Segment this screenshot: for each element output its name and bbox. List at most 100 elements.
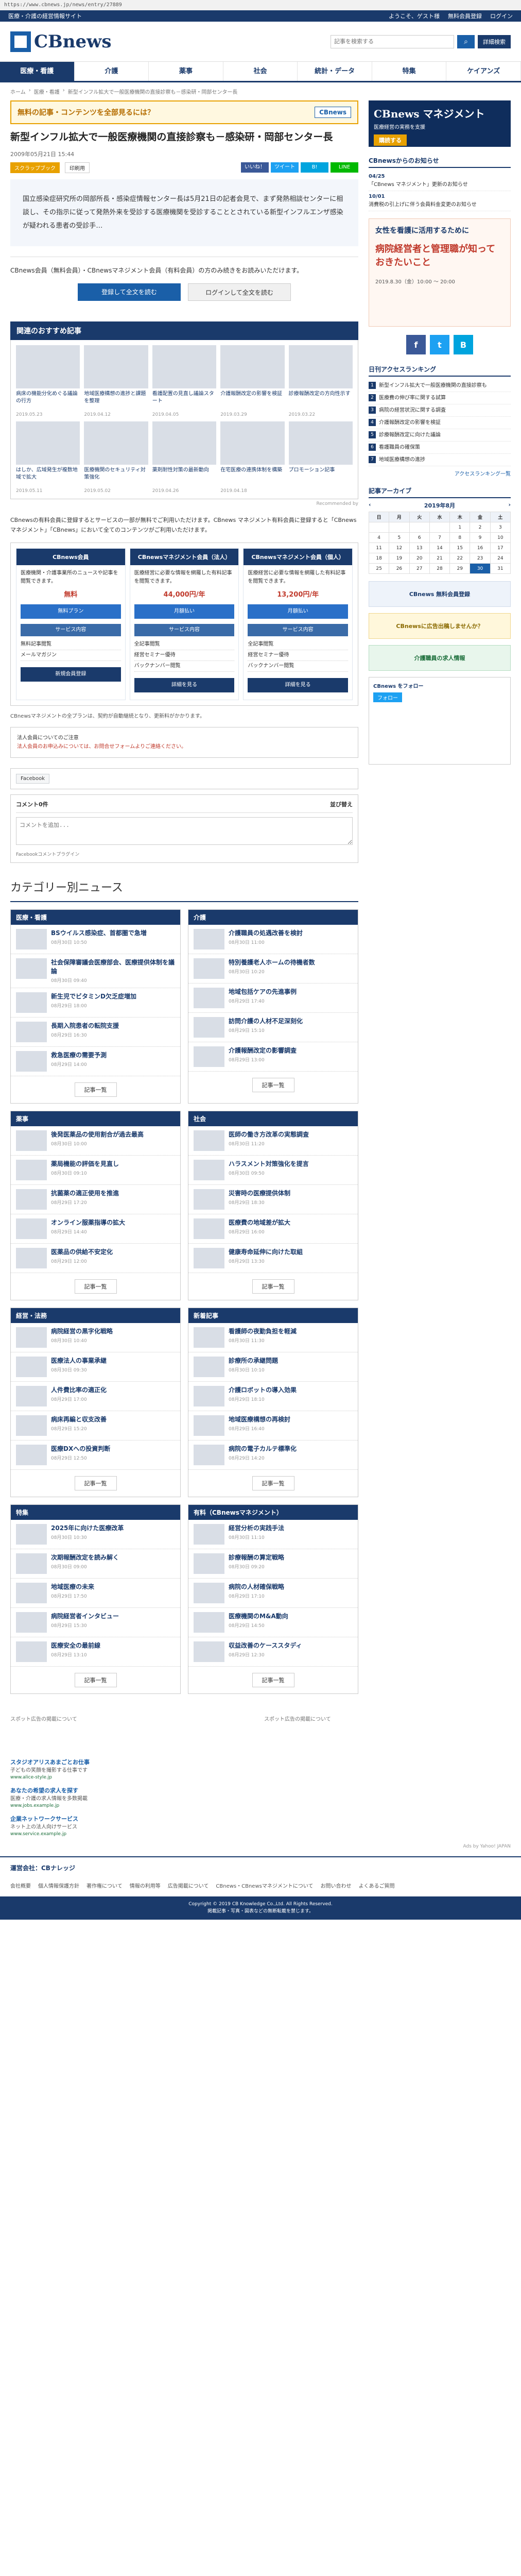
calendar-day[interactable]: 29 xyxy=(449,563,471,574)
calendar-day[interactable]: 10 xyxy=(490,532,511,543)
category-news-item[interactable]: 医療法人の事業承継 08月30日 09:30 xyxy=(11,1352,180,1382)
footer-link[interactable]: 情報の利用等 xyxy=(130,1882,161,1889)
plan-cta-button[interactable]: 詳細を見る xyxy=(248,678,349,693)
ranking-item[interactable]: 1 新型インフル拡大で一般医療機関の直接診察も xyxy=(369,380,511,392)
footer-link[interactable]: 個人情報保護方針 xyxy=(38,1882,79,1889)
tweet-button[interactable]: ツイート xyxy=(271,162,299,173)
login-link[interactable]: ログイン xyxy=(490,12,513,20)
category-more-button[interactable]: 記事一覧 xyxy=(252,1279,294,1294)
category-news-item[interactable]: 医薬品の供給不安定化 08月29日 12:00 xyxy=(11,1244,180,1273)
sponsored-link[interactable]: スタジオアリスあまごとお仕事 子どもの笑顔を撮影する仕事です www.alice-s… xyxy=(10,1756,511,1784)
category-news-item[interactable]: 地域医療の未来 08月29日 17:50 xyxy=(11,1579,180,1608)
category-news-item[interactable]: 病院経営の黒字化戦略 08月30日 10:40 xyxy=(11,1323,180,1352)
category-news-item[interactable]: 介護職員の処遇改善を検討 08月30日 11:00 xyxy=(188,925,358,955)
category-news-item[interactable]: 病院の電子カルテ標準化 08月29日 14:20 xyxy=(188,1440,358,1470)
nav-item[interactable]: 薬事 xyxy=(149,62,223,81)
category-news-item[interactable]: 医師の働き方改革の実態調査 08月30日 11:20 xyxy=(188,1126,358,1156)
category-more-button[interactable]: 記事一覧 xyxy=(252,1078,294,1093)
recommend-item[interactable]: 在宅医療の連携体制を構築 2019.04.18 xyxy=(220,421,285,494)
sponsored-link[interactable]: あなたの希望の求人を探す 医療・介護の求人情報を多数掲載 www.jobs.exam… xyxy=(10,1784,511,1812)
footer-link[interactable]: 著作権について xyxy=(86,1882,123,1889)
category-news-item[interactable]: BSウイルス感染症、首都圏で急増 08月30日 10:50 xyxy=(11,925,180,955)
recommend-item[interactable]: 診療報酬改定の方向性示す 2019.03.22 xyxy=(288,345,353,417)
category-news-item[interactable]: 抗菌薬の適正使用を推進 08月29日 17:20 xyxy=(11,1185,180,1214)
calendar-day[interactable]: 12 xyxy=(389,543,410,553)
category-news-item[interactable]: 後発医薬品の使用割合が過去最高 08月30日 10:00 xyxy=(11,1126,180,1156)
search-input[interactable] xyxy=(331,35,454,48)
category-news-item[interactable]: 人件費比率の適正化 08月29日 17:00 xyxy=(11,1382,180,1411)
category-news-item[interactable]: 次期報酬改定を読み解く 08月30日 09:00 xyxy=(11,1549,180,1579)
facebook-icon[interactable]: f xyxy=(406,335,426,354)
category-news-item[interactable]: 救急医療の需要予測 08月29日 14:00 xyxy=(11,1047,180,1076)
category-news-item[interactable]: 診療所の承継問題 08月30日 10:10 xyxy=(188,1352,358,1382)
search-button[interactable]: ⌕ xyxy=(457,35,475,48)
calendar-day[interactable]: 26 xyxy=(389,563,410,574)
hatena-button[interactable]: B! xyxy=(301,162,328,173)
calendar-day[interactable]: 18 xyxy=(368,553,390,564)
category-news-item[interactable]: 病院経営者インタビュー 08月29日 15:30 xyxy=(11,1608,180,1637)
spot-ad-label[interactable]: スポット広告の掲載について xyxy=(10,1715,257,1745)
recommend-item[interactable]: 医療機関のセキュリティ対策強化 2019.05.02 xyxy=(84,421,148,494)
calendar-day[interactable]: 9 xyxy=(470,532,491,543)
category-news-item[interactable]: 介護ロボットの導入効果 08月29日 18:10 xyxy=(188,1382,358,1411)
calendar-day[interactable]: 28 xyxy=(429,563,450,574)
recommend-item[interactable]: 地域医療構想の進捗と課題を整理 2019.04.12 xyxy=(84,345,148,417)
hatena-icon[interactable]: B xyxy=(454,335,473,354)
category-news-item[interactable]: ハラスメント対策強化を提言 08月30日 09:50 xyxy=(188,1156,358,1185)
category-news-item[interactable]: 訪問介護の人材不足深刻化 08月29日 15:10 xyxy=(188,1013,358,1043)
category-news-item[interactable]: 病床再編と収支改善 08月29日 15:20 xyxy=(11,1411,180,1440)
category-news-item[interactable]: 災害時の医療提供体制 08月29日 18:30 xyxy=(188,1185,358,1214)
category-news-item[interactable]: 診療報酬の算定戦略 08月30日 09:20 xyxy=(188,1549,358,1579)
twitter-follow-button[interactable]: フォロー xyxy=(373,692,402,702)
notice-item[interactable]: 10/01 消費税の引上げに伴う会員料金変更のお知らせ xyxy=(369,191,511,211)
category-news-item[interactable]: 病院の人材確保戦略 08月29日 17:10 xyxy=(188,1579,358,1608)
calendar-day[interactable]: 23 xyxy=(470,553,491,564)
category-more-button[interactable]: 記事一覧 xyxy=(74,1476,117,1490)
category-more-button[interactable]: 記事一覧 xyxy=(252,1476,294,1490)
spot-ad-label[interactable]: スポット広告の掲載について xyxy=(264,1715,511,1745)
calendar-day[interactable]: 4 xyxy=(368,532,390,543)
category-news-item[interactable]: 新生児でビタミンD欠乏症増加 08月29日 18:00 xyxy=(11,988,180,1018)
calendar-day[interactable]: 8 xyxy=(449,532,471,543)
ranking-item[interactable]: 5 診療報酬改定に向けた議論 xyxy=(369,429,511,442)
calendar-day[interactable]: 17 xyxy=(490,543,511,553)
calendar-day[interactable]: 15 xyxy=(449,543,471,553)
next-month-icon[interactable]: › xyxy=(508,501,511,510)
free-register-ad[interactable]: CBnews 無料会員登録 xyxy=(369,581,511,607)
plan-option-button[interactable]: 無料プラン xyxy=(21,604,121,619)
calendar-day[interactable]: 21 xyxy=(429,553,450,564)
prev-month-icon[interactable]: ‹ xyxy=(369,501,371,510)
ranking-item[interactable]: 4 介護報酬改定の影響を検証 xyxy=(369,417,511,429)
category-more-button[interactable]: 記事一覧 xyxy=(74,1279,117,1294)
calendar-day[interactable]: 30 xyxy=(470,563,491,574)
category-news-item[interactable]: 地域医療構想の再検討 08月29日 16:40 xyxy=(188,1411,358,1440)
nav-item[interactable]: 特集 xyxy=(372,62,447,81)
category-news-item[interactable]: 薬局機能の評価を見直し 08月30日 09:10 xyxy=(11,1156,180,1185)
category-news-item[interactable]: 介護報酬改定の影響調査 08月29日 13:00 xyxy=(188,1042,358,1072)
calendar-day[interactable]: 27 xyxy=(409,563,430,574)
category-news-item[interactable]: 医療費の地域差が拡大 08月29日 16:00 xyxy=(188,1214,358,1244)
category-more-button[interactable]: 記事一覧 xyxy=(74,1672,117,1687)
calendar-day[interactable]: 22 xyxy=(449,553,471,564)
category-more-button[interactable]: 記事一覧 xyxy=(74,1082,117,1097)
facebook-like-button[interactable]: いいね！ xyxy=(241,162,269,173)
register-read-button[interactable]: 登録して全文を読む xyxy=(78,283,181,301)
breadcrumb-item[interactable]: ホーム xyxy=(10,88,26,95)
calendar-day[interactable]: 2 xyxy=(470,522,491,533)
nav-item[interactable]: 医療・看護 xyxy=(0,62,75,81)
advertise-ad[interactable]: CBnewsに広告出稿しませんか？ xyxy=(369,613,511,639)
print-button[interactable]: 印刷用 xyxy=(65,162,90,173)
calendar-day[interactable]: 20 xyxy=(409,553,430,564)
footer-link[interactable]: 会社概要 xyxy=(10,1882,31,1889)
category-news-item[interactable]: 2025年に向けた医療改革 08月30日 10:30 xyxy=(11,1520,180,1549)
calendar-day[interactable]: 11 xyxy=(368,543,390,553)
ranking-more-link[interactable]: アクセスランキング一覧 xyxy=(369,469,511,477)
comment-input[interactable] xyxy=(16,817,353,845)
seminar-ad[interactable]: 女性を看護に活用するために 病院経営者と管理職が知っておきたいこと 2019.8… xyxy=(369,218,511,327)
category-news-item[interactable]: 医療機関のM&A動向 08月29日 14:50 xyxy=(188,1608,358,1637)
login-read-button[interactable]: ログインして全文を読む xyxy=(188,283,291,301)
notice-item[interactable]: 04/25 「CBnews マネジメント」更新のお知らせ xyxy=(369,171,511,191)
footer-link[interactable]: CBnews・CBnewsマネジメントについて xyxy=(216,1882,313,1889)
calendar-day[interactable]: 6 xyxy=(409,532,430,543)
sponsored-link[interactable]: 企業ネットワークサービス ネット上の法人向けサービス www.service.exa… xyxy=(10,1812,511,1841)
